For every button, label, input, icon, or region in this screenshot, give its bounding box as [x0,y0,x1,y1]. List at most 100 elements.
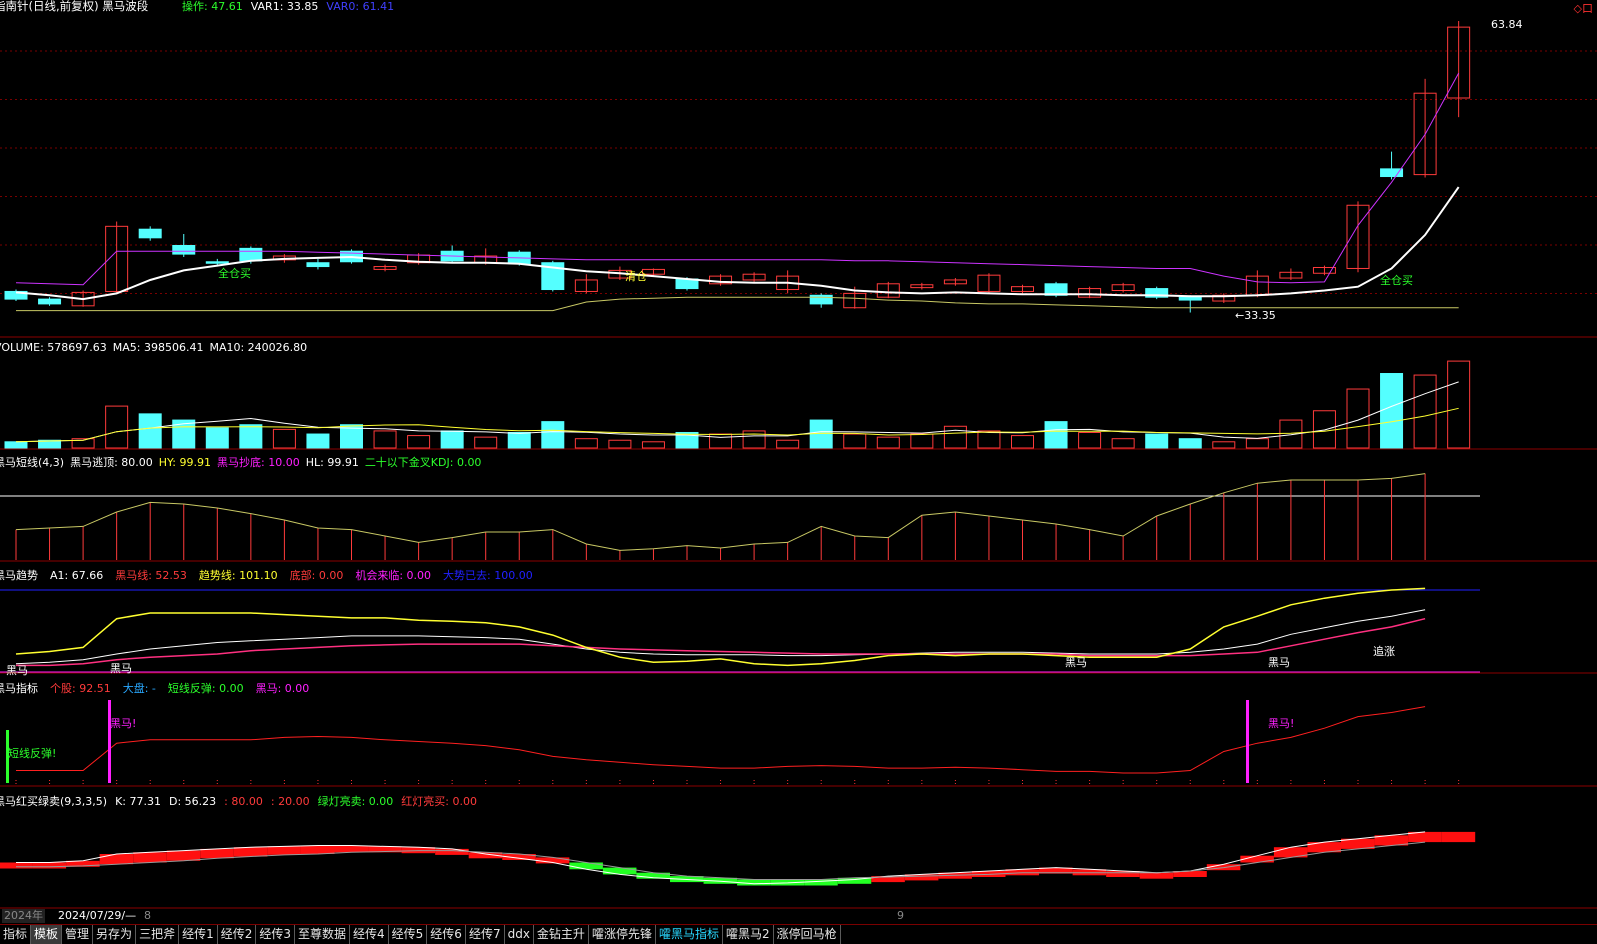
tab-10[interactable]: 经传5 [389,925,428,944]
volume-bar [440,430,464,449]
kdj-signal-bar [0,862,33,869]
trend-indicator[interactable] [0,587,1480,673]
volume-bar [1312,410,1336,449]
kdj-signal-bar [1441,831,1476,843]
time-axis-month-8: 8 [144,909,151,922]
tab-18[interactable]: 涨停回马枪 [774,925,841,944]
tab-17[interactable]: 嚯黑马2 [723,925,774,944]
indicator-value: VAR0: 61.41 [326,0,394,13]
candle-body [172,244,196,255]
main-panel-title: 指南针(日线,前复权) 黑马波段 [0,0,149,13]
indicator-value: 黑马抄底: 10.00 [217,455,300,469]
volume-bar [306,433,330,449]
stock-chart-area[interactable]: 指南针(日线,前复权) 黑马波段 操作: 47.61 VAR1: 33.85 VAR… [0,0,1597,924]
volume-bar [407,435,431,449]
index-panel-indicators: 黑马指标个股: 92.51 大盘: - 短线反弹: 0.00 黑马: 0.00 [0,681,309,695]
candle-body [205,261,229,264]
window-controls-icon[interactable]: ◇口 [1574,0,1593,16]
tab-2[interactable]: 管理 [62,925,94,944]
time-axis-year: 2024年 [2,909,45,923]
trend-label-chase: 追涨 [1373,644,1395,658]
volume-bar [709,433,733,449]
indicator-value: 黑马短线(4,3) [0,455,64,469]
tab-8[interactable]: 至尊数据 [295,925,351,944]
volume-bar [1078,431,1102,449]
indicator-value: VAR1: 33.85 [251,0,319,13]
tab-1[interactable]: 模板 [31,925,63,944]
trend-label-heima-2: 黑马 [110,662,132,675]
kdj-signal-bar [435,848,469,855]
volume-bars[interactable] [4,360,1471,449]
trend-a1-line [15,609,1426,665]
ma-white-line [15,186,1460,301]
time-axis: 2024年 2024/07/29/— 8 9 [0,909,1597,923]
red-buy-green-sell-indicator[interactable] [0,831,1476,886]
indicator-tab-bar: 指标 模板 管理 另存为 三把斧 经传1 经传2 经传3 至尊数据 经传4 经传5 经传6 经传7 ddx… [0,924,1597,944]
indicator-value: 大盘: - [123,681,156,695]
indicator-value: 黑马指标 [0,681,38,695]
trend-label-heima-3: 黑马 [1065,656,1087,669]
tab-3[interactable]: 另存为 [93,925,137,944]
kdj-signal-bar [233,847,268,857]
candle-body [809,294,833,305]
tab-13[interactable]: ddx [505,925,534,944]
volume-bar [574,438,598,449]
volume-bar [1245,438,1269,449]
candle-body [38,298,62,305]
tab-16[interactable]: 嚯黑马指标 [656,925,723,944]
kdj-signal-bar [334,845,369,853]
trend-label-heima-1: 黑马 [6,664,28,677]
time-axis-month-9: 9 [897,909,904,922]
volume-bar [1011,435,1034,449]
rebound-signal-label: 短线反弹! [8,746,56,760]
indicator-value: : 20.00 [271,795,310,808]
tab-14[interactable]: 金钻主升 [534,925,589,944]
kdj-d-line [16,841,1426,880]
tab-0[interactable]: 指标 [0,925,32,944]
tab-7[interactable]: 经传3 [256,925,295,944]
volume-bar [1413,374,1437,449]
volume-bar [641,441,665,449]
indicator-value: 短线反弹: 0.00 [168,681,244,695]
candle-body [306,262,330,268]
tab-9[interactable]: 经传4 [350,925,389,944]
indicator-value: 个股: 92.51 [50,682,111,695]
volume-panel-indicators: VOLUME: 578697.63 MA5: 398506.41 MA10: 240… [0,341,307,354]
volume-bar [105,405,129,449]
tab-11[interactable]: 经传6 [427,925,466,944]
indicator-value: 红灯亮买: 0.00 [401,794,477,808]
heima-index-indicator[interactable] [6,700,1460,786]
indicator-value: 黑马红买绿卖(9,3,3,5) [0,794,107,808]
index-individual-line [16,706,1426,774]
short-panel-indicators: 黑马短线(4,3) 黑马逃顶: 80.00 HY: 99.91 黑马抄底: 10.00… [0,455,481,469]
indicator-value: MA5: 398506.41 [113,341,204,354]
tab-6[interactable]: 经传2 [218,925,257,944]
volume-bar [205,427,229,449]
panel-dividers [0,336,1597,909]
indicator-value: 趋势线: 101.10 [199,568,278,582]
candle-body [138,228,162,239]
tab-5[interactable]: 经传1 [179,925,218,944]
kdj-signal-bar [1139,872,1174,879]
short-line-indicator[interactable] [0,473,1480,560]
indicator-value: D: 56.23 [169,795,216,808]
volume-bar [1145,433,1169,449]
tab-12[interactable]: 经传7 [466,925,505,944]
volume-bar [138,413,162,449]
volume-bar [1178,438,1202,449]
volume-bar [742,430,766,449]
volume-bar [876,436,900,449]
volume-bar [910,433,934,449]
high-price-label: 63.84 [1491,18,1523,31]
heima-signal-label-1: 黑马! [110,717,136,730]
kdj-panel-indicators: 黑马红买绿卖(9,3,3,5) K: 77.31 D: 56.23: 80.00: … [0,794,477,808]
volume-bar [239,424,263,449]
tab-4[interactable]: 三把斧 [136,925,180,944]
volume-bar [1111,438,1135,449]
indicator-value: K: 77.31 [115,795,161,808]
tab-15[interactable]: 嚯涨停先锋 [589,925,656,944]
indicator-value: A1: 67.66 [50,569,103,582]
volume-bar [373,430,397,449]
kdj-signal-bar [300,845,335,854]
indicator-value: HY: 99.91 [159,456,211,469]
